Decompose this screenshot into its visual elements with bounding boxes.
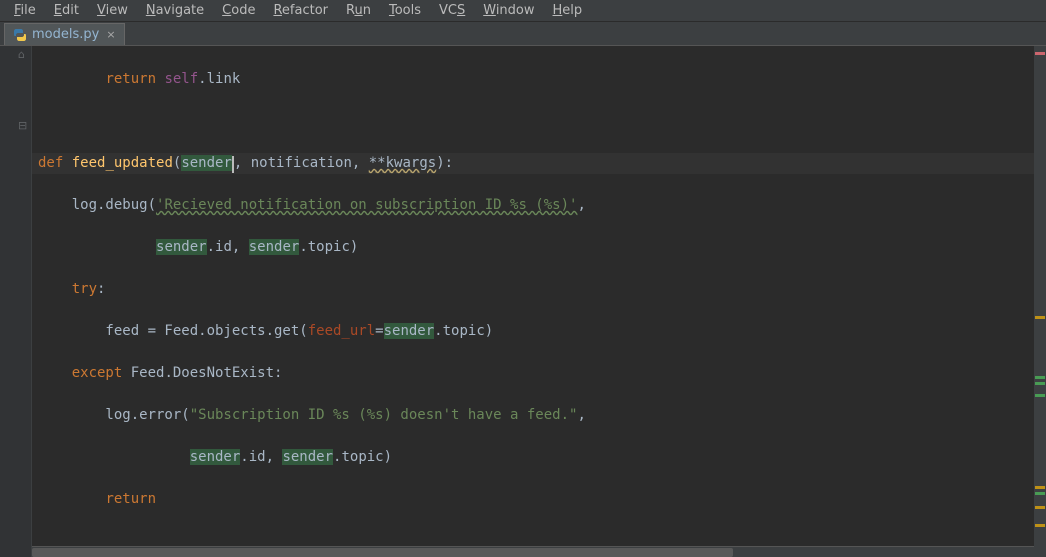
editor[interactable]: ⌂ ⊟ return self.link def feed_updated(se… [0,46,1046,557]
menu-code[interactable]: Code [214,1,263,20]
python-file-icon [13,28,27,42]
editor-tab-bar: models.py × [0,22,1046,46]
menu-window[interactable]: Window [475,1,542,20]
tab-models-py[interactable]: models.py × [4,23,125,45]
gutter[interactable]: ⌂ ⊟ [0,46,32,557]
warning-marker[interactable] [1035,316,1045,319]
warning-marker[interactable] [1035,486,1045,489]
ok-marker[interactable] [1035,394,1045,397]
structure-icon[interactable]: ⌂ [18,48,25,61]
ok-marker[interactable] [1035,492,1045,495]
scrollbar-thumb[interactable] [32,548,733,557]
ok-marker[interactable] [1035,382,1045,385]
warning-marker[interactable] [1035,376,1045,379]
warning-marker[interactable] [1035,524,1045,527]
menu-run[interactable]: Run [338,1,379,20]
menu-vcs[interactable]: VCS [431,1,473,20]
menu-view[interactable]: View [89,1,136,20]
horizontal-scrollbar[interactable] [32,546,1034,557]
menu-bar: File Edit View Navigate Code Refactor Ru… [0,0,1046,22]
marker-bar[interactable] [1034,46,1046,557]
tab-filename: models.py [32,27,99,42]
close-icon[interactable]: × [106,28,115,41]
menu-refactor[interactable]: Refactor [265,1,336,20]
warning-marker[interactable] [1035,506,1045,509]
menu-navigate[interactable]: Navigate [138,1,212,20]
error-marker[interactable] [1035,52,1045,55]
text-caret [232,156,234,173]
fold-icon[interactable]: ⊟ [18,119,27,132]
menu-edit[interactable]: Edit [46,1,87,20]
code-area[interactable]: return self.link def feed_updated(sender… [32,46,1034,557]
menu-tools[interactable]: Tools [381,1,429,20]
menu-file[interactable]: File [6,1,44,20]
menu-help[interactable]: Help [545,1,591,20]
